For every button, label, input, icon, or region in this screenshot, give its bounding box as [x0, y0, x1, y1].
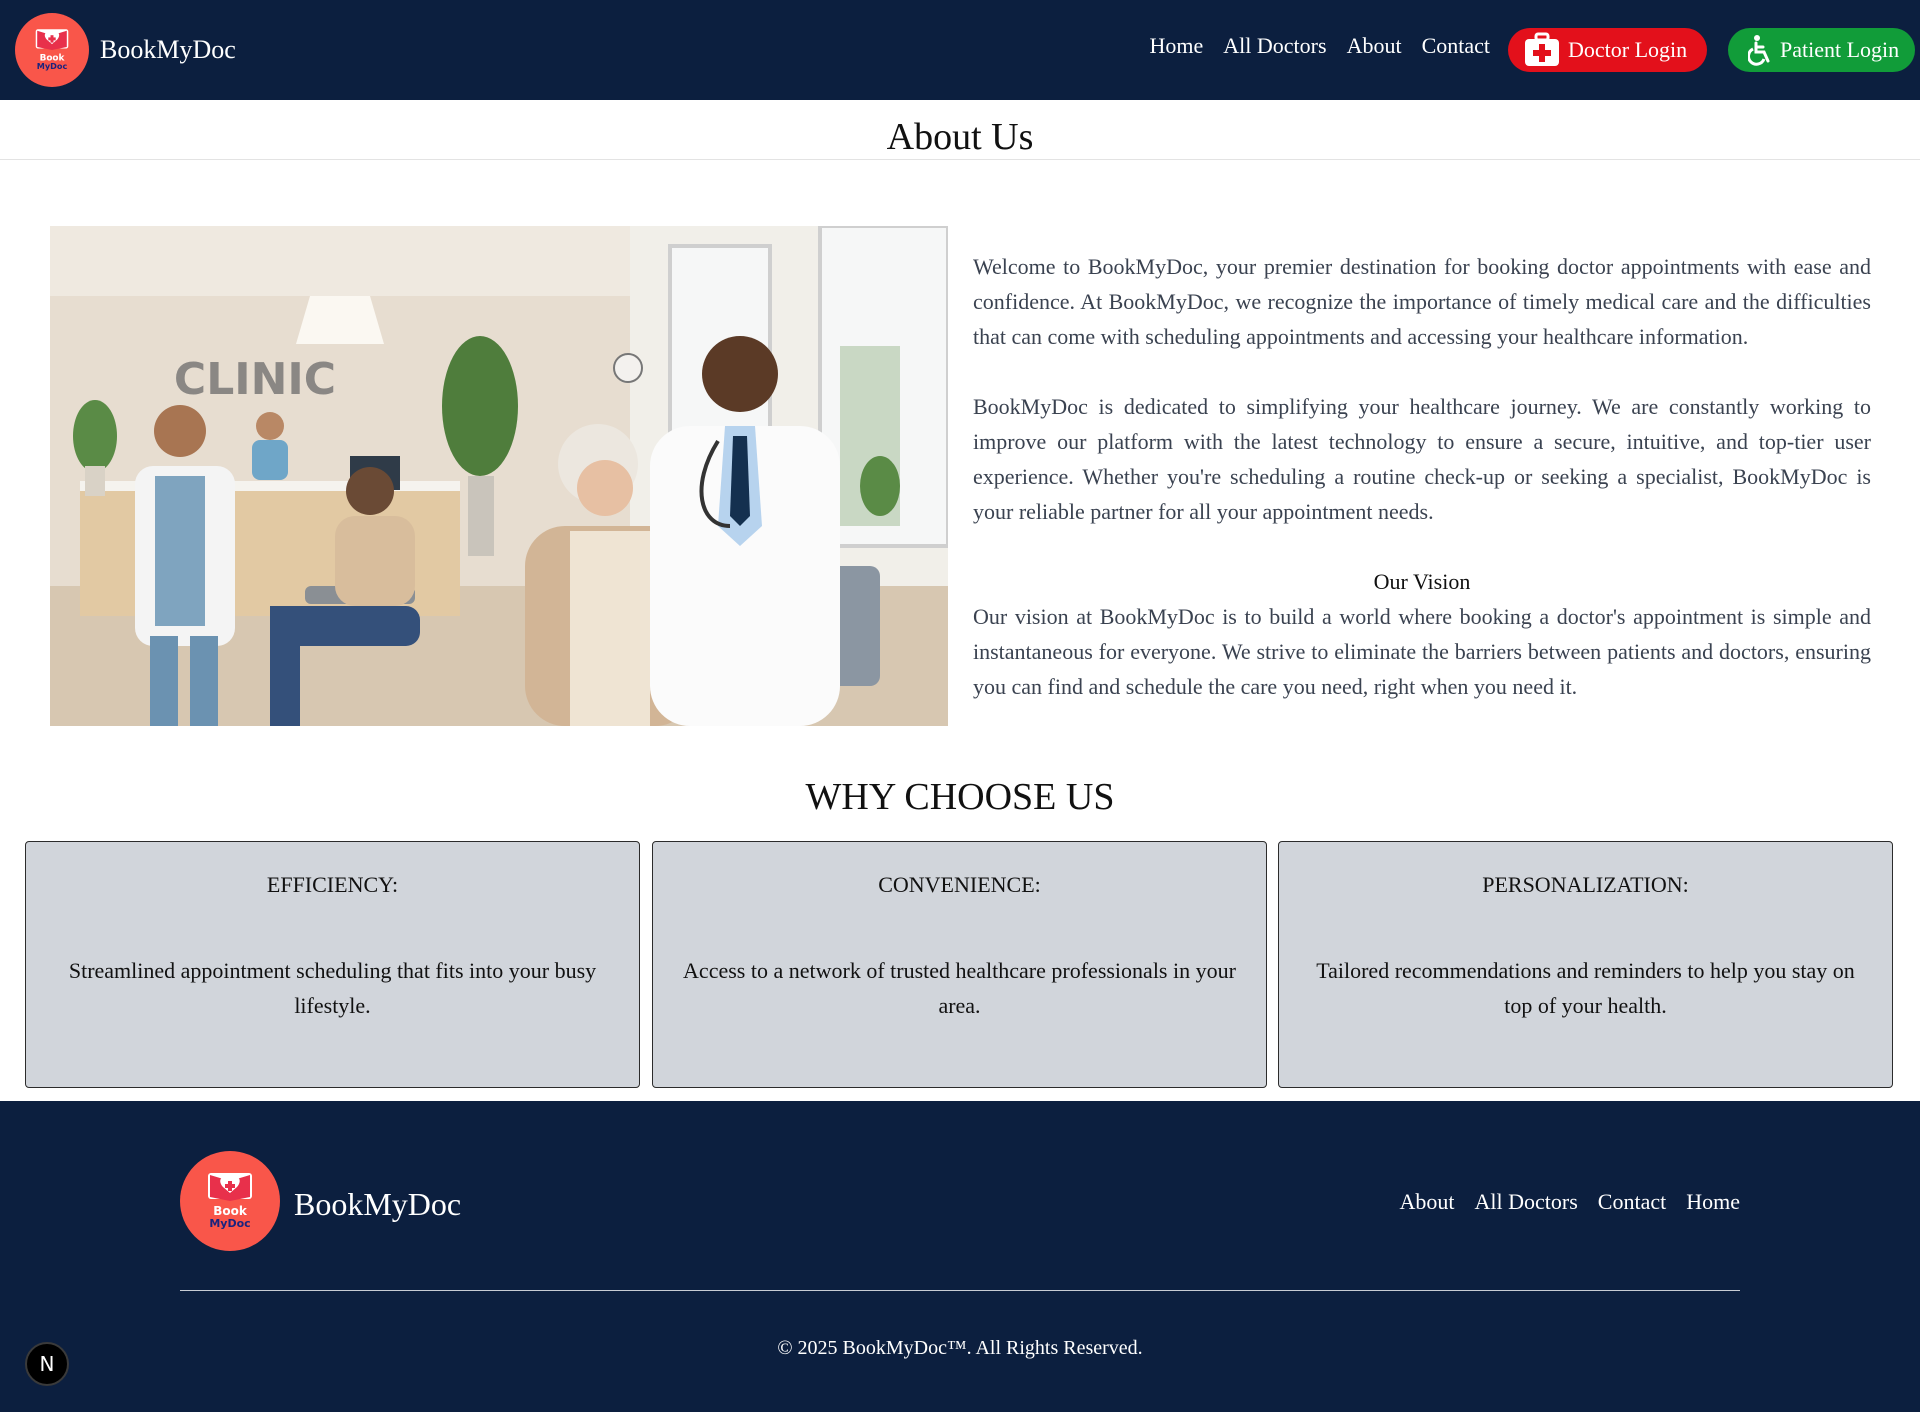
footer-link-all-doctors[interactable]: All Doctors: [1475, 1187, 1578, 1217]
vision-title: Our Vision: [1373, 569, 1471, 594]
feature-card-title: CONVENIENCE:: [878, 872, 1041, 897]
nav-link-contact[interactable]: Contact: [1422, 31, 1490, 61]
footer-logo[interactable]: Book MyDoc: [180, 1151, 280, 1251]
footer-logo-text-bottom: MyDoc: [209, 1217, 250, 1230]
nav-link-home[interactable]: Home: [1150, 31, 1204, 61]
nav-links: Home All Doctors About Contact: [1150, 31, 1490, 61]
feature-card-description: Tailored recommendations and reminders t…: [1316, 958, 1855, 1018]
feature-card-title: EFFICIENCY:: [266, 872, 399, 897]
vision-text: Our vision at BookMyDoc is to build a wo…: [973, 604, 1871, 699]
copyright: © 2025 BookMyDoc™. All Rights Reserved.: [777, 1337, 1143, 1359]
nav-link-all-doctors[interactable]: All Doctors: [1223, 31, 1326, 61]
footer-link-home[interactable]: Home: [1686, 1187, 1740, 1217]
footer-links: About All Doctors Contact Home: [1400, 1187, 1740, 1217]
feature-card-efficiency: EFFICIENCY: Streamlined appointment sche…: [25, 841, 640, 1088]
about-paragraph: BookMyDoc is dedicated to simplifying yo…: [973, 394, 1871, 524]
feature-card-personalization: PERSONALIZATION: Tailored recommendation…: [1278, 841, 1893, 1088]
nav-link-about[interactable]: About: [1347, 31, 1402, 61]
footer-brand[interactable]: BookMyDoc: [294, 1184, 461, 1224]
doctor-login-button[interactable]: Doctor Login: [1508, 28, 1707, 72]
brand-name[interactable]: BookMyDoc: [100, 34, 236, 66]
about-description: Welcome to BookMyDoc, your premier desti…: [973, 249, 1871, 704]
about-paragraph: Welcome to BookMyDoc, your premier desti…: [973, 254, 1871, 349]
footer: Book MyDoc BookMyDoc About All Doctors C…: [0, 1101, 1920, 1412]
clinic-image: CLINIC: [50, 226, 948, 726]
logo-text-bottom: MyDoc: [37, 61, 68, 71]
page-title: About Us: [886, 116, 1034, 158]
clinic-sign-text: CLINIC: [174, 354, 336, 405]
logo[interactable]: Book MyDoc: [15, 13, 89, 87]
footer-link-about[interactable]: About: [1400, 1187, 1455, 1217]
footer-divider: [180, 1290, 1740, 1291]
why-choose-us-title: WHY CHOOSE US: [805, 776, 1115, 818]
patient-login-label: Patient Login: [1780, 37, 1900, 62]
feature-card-convenience: CONVENIENCE: Access to a network of trus…: [652, 841, 1267, 1088]
wheelchair-icon: [1748, 32, 1772, 68]
navbar: Book MyDoc BookMyDoc Home All Doctors Ab…: [0, 0, 1920, 100]
feature-card-description: Access to a network of trusted healthcar…: [683, 958, 1236, 1018]
feature-card-description: Streamlined appointment scheduling that …: [68, 958, 597, 1018]
doctor-login-label: Doctor Login: [1568, 37, 1688, 62]
dev-tools-badge[interactable]: N: [25, 1342, 69, 1386]
patient-login-button[interactable]: Patient Login: [1728, 28, 1915, 72]
title-divider: [0, 159, 1920, 160]
footer-logo-text-top: Book: [213, 1204, 248, 1218]
feature-card-title: PERSONALIZATION:: [1482, 872, 1689, 897]
footer-link-contact[interactable]: Contact: [1598, 1187, 1666, 1217]
medical-kit-icon: [1524, 32, 1560, 68]
